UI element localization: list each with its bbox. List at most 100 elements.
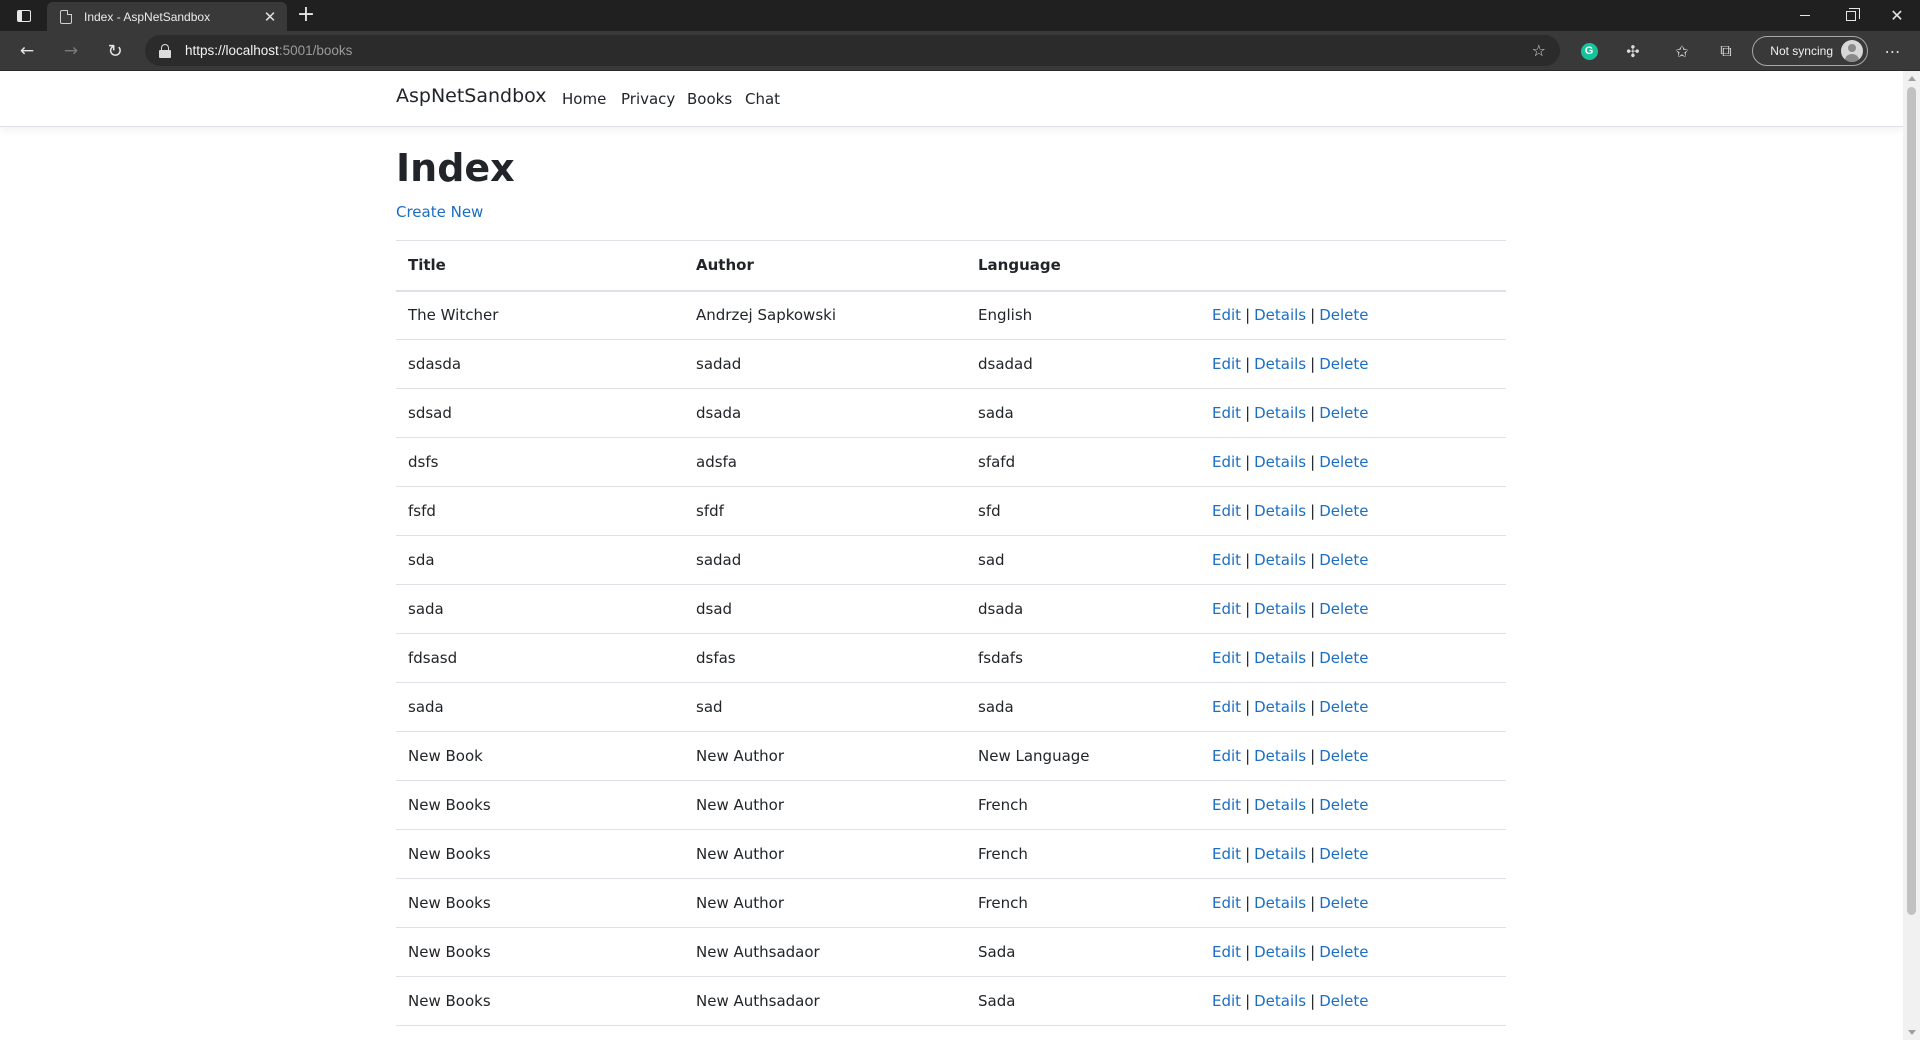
delete-link[interactable]: Delete xyxy=(1319,698,1368,716)
details-link[interactable]: Details xyxy=(1254,845,1306,863)
window-menu-icon[interactable] xyxy=(14,8,34,24)
new-tab-button[interactable]: + xyxy=(294,3,318,27)
details-link[interactable]: Details xyxy=(1254,796,1306,814)
delete-link[interactable]: Delete xyxy=(1319,649,1368,667)
details-link[interactable]: Details xyxy=(1254,698,1306,716)
cell-title: The Witcher xyxy=(396,290,684,340)
create-new-link[interactable]: Create New xyxy=(396,203,483,221)
cell-title: sdsad xyxy=(396,388,684,438)
details-link[interactable]: Details xyxy=(1254,649,1306,667)
grammarly-icon[interactable]: G xyxy=(1574,36,1604,66)
cell-actions: Edit | Details | Delete xyxy=(1200,829,1506,879)
nav-books-link[interactable]: Books xyxy=(687,90,732,108)
cell-actions: Edit | Details | Delete xyxy=(1200,584,1506,634)
action-separator: | xyxy=(1245,698,1251,716)
details-link[interactable]: Details xyxy=(1254,747,1306,765)
collections-icon[interactable]: ⧉ xyxy=(1711,36,1741,66)
browser-tab[interactable]: Index - AspNetSandbox ✕ xyxy=(47,2,287,31)
edit-link[interactable]: Edit xyxy=(1212,698,1241,716)
lock-icon[interactable] xyxy=(159,43,171,58)
table-row: New Book New Author New Language Edit | Detai… xyxy=(396,731,1506,781)
url-text[interactable]: https://localhost:5001/books xyxy=(185,43,352,58)
profile-sync-button[interactable]: Not syncing xyxy=(1752,36,1868,66)
details-link[interactable]: Details xyxy=(1254,355,1306,373)
action-separator: | xyxy=(1310,796,1316,814)
details-link[interactable]: Details xyxy=(1254,453,1306,471)
delete-link[interactable]: Delete xyxy=(1319,306,1368,324)
action-separator: | xyxy=(1310,845,1316,863)
brand-link[interactable]: AspNetSandbox xyxy=(396,85,546,107)
delete-link[interactable]: Delete xyxy=(1319,894,1368,912)
edit-link[interactable]: Edit xyxy=(1212,551,1241,569)
delete-link[interactable]: Delete xyxy=(1319,453,1368,471)
delete-link[interactable]: Delete xyxy=(1319,600,1368,618)
details-link[interactable]: Details xyxy=(1254,992,1306,1010)
edit-link[interactable]: Edit xyxy=(1212,453,1241,471)
delete-link[interactable]: Delete xyxy=(1319,551,1368,569)
cell-title: New Books xyxy=(396,976,684,1026)
restore-button[interactable] xyxy=(1828,0,1874,31)
edit-link[interactable]: Edit xyxy=(1212,355,1241,373)
cell-author: New Author xyxy=(684,878,966,928)
more-menu-icon[interactable]: ⋯ xyxy=(1878,36,1908,66)
delete-link[interactable]: Delete xyxy=(1319,355,1368,373)
details-link[interactable]: Details xyxy=(1254,600,1306,618)
edit-link[interactable]: Edit xyxy=(1212,747,1241,765)
vertical-scrollbar[interactable] xyxy=(1903,71,1920,1040)
cell-title: New Books xyxy=(396,878,684,928)
details-link[interactable]: Details xyxy=(1254,404,1306,422)
scroll-up-arrow-icon[interactable] xyxy=(1908,76,1916,81)
nav-chat-link[interactable]: Chat xyxy=(745,90,780,108)
cell-language: fsdafs xyxy=(966,633,1200,683)
action-separator: | xyxy=(1310,404,1316,422)
details-link[interactable]: Details xyxy=(1254,551,1306,569)
reload-button[interactable]: ↻ xyxy=(100,36,130,66)
tab-close-icon[interactable]: ✕ xyxy=(259,8,281,26)
details-link[interactable]: Details xyxy=(1254,502,1306,520)
edit-link[interactable]: Edit xyxy=(1212,992,1241,1010)
edit-link[interactable]: Edit xyxy=(1212,404,1241,422)
details-link[interactable]: Details xyxy=(1254,943,1306,961)
edit-link[interactable]: Edit xyxy=(1212,600,1241,618)
details-link[interactable]: Details xyxy=(1254,306,1306,324)
edit-link[interactable]: Edit xyxy=(1212,845,1241,863)
puzzle-icon[interactable]: ✣ xyxy=(1618,36,1648,66)
delete-link[interactable]: Delete xyxy=(1319,943,1368,961)
delete-link[interactable]: Delete xyxy=(1319,796,1368,814)
action-separator: | xyxy=(1245,747,1251,765)
action-separator: | xyxy=(1245,551,1251,569)
favorites-icon[interactable]: ✩ xyxy=(1667,36,1697,66)
scroll-thumb[interactable] xyxy=(1907,87,1916,915)
minimize-button[interactable] xyxy=(1782,0,1828,31)
cell-author: New Author xyxy=(684,829,966,879)
edit-link[interactable]: Edit xyxy=(1212,894,1241,912)
scroll-down-arrow-icon[interactable] xyxy=(1908,1030,1916,1035)
url-path: :5001/books xyxy=(278,43,353,58)
edit-link[interactable]: Edit xyxy=(1212,502,1241,520)
delete-link[interactable]: Delete xyxy=(1319,404,1368,422)
table-row: New Books New Author French Edit | Details | De… xyxy=(396,780,1506,830)
delete-link[interactable]: Delete xyxy=(1319,845,1368,863)
nav-home-link[interactable]: Home xyxy=(562,90,606,108)
cell-title: New Books xyxy=(396,927,684,977)
address-bar[interactable]: https://localhost:5001/books ☆ xyxy=(145,35,1560,66)
nav-privacy-link[interactable]: Privacy xyxy=(621,90,675,108)
edit-link[interactable]: Edit xyxy=(1212,649,1241,667)
delete-link[interactable]: Delete xyxy=(1319,747,1368,765)
star-plus-icon[interactable]: ☆ xyxy=(1532,41,1546,60)
cell-language: English xyxy=(966,290,1200,340)
delete-link[interactable]: Delete xyxy=(1319,502,1368,520)
edit-link[interactable]: Edit xyxy=(1212,306,1241,324)
back-button[interactable]: ← xyxy=(12,36,42,66)
cell-language: sfafd xyxy=(966,437,1200,487)
details-link[interactable]: Details xyxy=(1254,894,1306,912)
page-title: Index xyxy=(396,146,515,190)
cell-title: fdsasd xyxy=(396,633,684,683)
window-close-button[interactable]: ✕ xyxy=(1874,0,1920,31)
delete-link[interactable]: Delete xyxy=(1319,992,1368,1010)
edit-link[interactable]: Edit xyxy=(1212,796,1241,814)
edit-link[interactable]: Edit xyxy=(1212,943,1241,961)
cell-author: New Authsadaor xyxy=(684,927,966,977)
forward-button[interactable]: → xyxy=(56,36,86,66)
cell-author: Andrzej Sapkowski xyxy=(684,290,966,340)
